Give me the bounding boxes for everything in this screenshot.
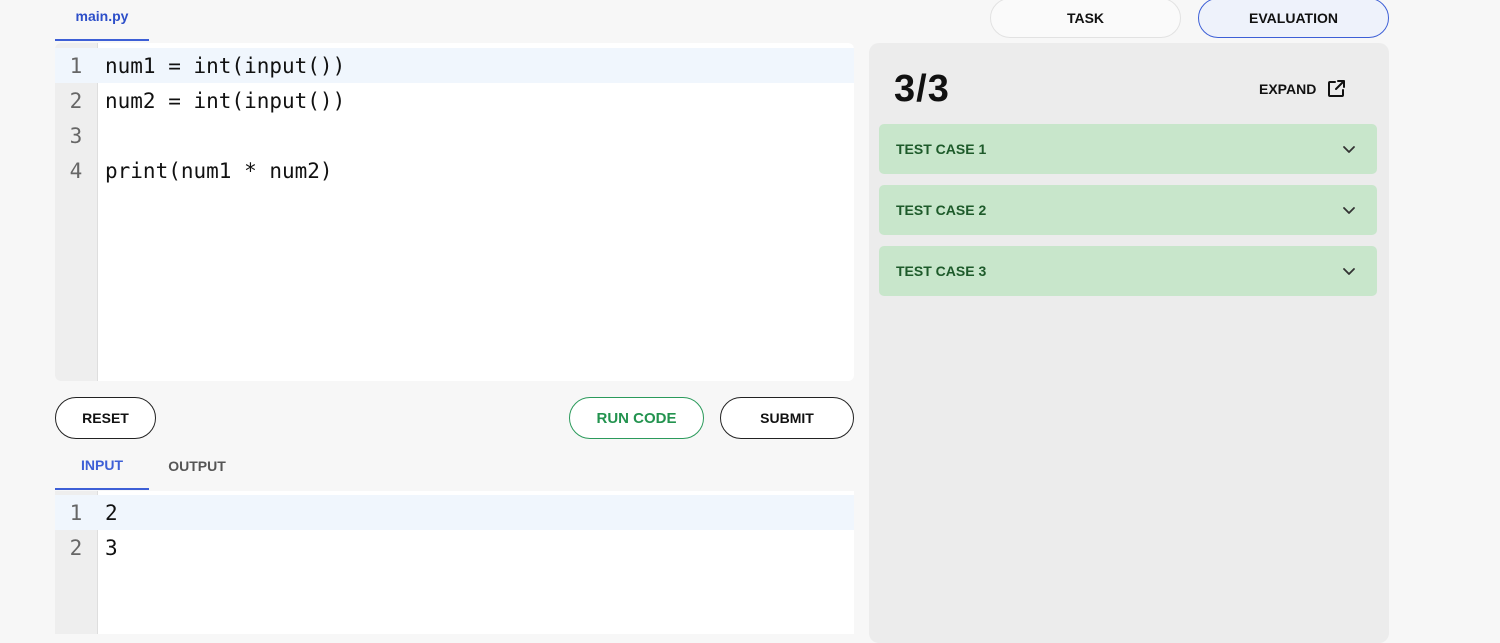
- line-number: 1: [69, 53, 83, 78]
- line-number: 2: [69, 535, 83, 560]
- run-code-button[interactable]: RUN CODE: [569, 397, 704, 439]
- line-number: 2: [69, 88, 83, 113]
- expand-label: EXPAND: [1259, 81, 1317, 97]
- code-text: print(num1 * num2): [105, 158, 333, 183]
- chevron-down-icon: [1343, 207, 1355, 214]
- tab-output[interactable]: OUTPUT: [150, 442, 244, 490]
- code-line[interactable]: 4 print(num1 * num2): [55, 153, 854, 188]
- expand-button[interactable]: EXPAND: [1259, 76, 1346, 102]
- code-text: num2 = int(input()): [105, 88, 346, 113]
- tab-input-label: INPUT: [81, 457, 123, 473]
- code-line[interactable]: 1 num1 = int(input()): [55, 48, 854, 83]
- chevron-down-icon: [1343, 146, 1355, 153]
- line-number: 4: [69, 158, 83, 183]
- tab-output-label: OUTPUT: [168, 458, 226, 474]
- test-case-label: TEST CASE 2: [896, 202, 987, 218]
- tab-evaluation[interactable]: EVALUATION: [1198, 0, 1389, 38]
- test-case-3[interactable]: TEST CASE 3: [879, 246, 1377, 296]
- external-link-icon: [1328, 80, 1346, 97]
- tab-task[interactable]: TASK: [990, 0, 1181, 38]
- input-text: 3: [105, 535, 118, 560]
- test-case-1[interactable]: TEST CASE 1: [879, 124, 1377, 174]
- score-display: 3/3: [894, 68, 950, 110]
- test-case-label: TEST CASE 1: [896, 141, 987, 157]
- test-case-2[interactable]: TEST CASE 2: [879, 185, 1377, 235]
- code-editor[interactable]: 1 num1 = int(input()) 2 num2 = int(input…: [55, 43, 854, 381]
- input-editor[interactable]: 1 2 2 3: [55, 491, 854, 634]
- reset-button[interactable]: RESET: [55, 397, 156, 439]
- code-line[interactable]: 3: [55, 118, 854, 153]
- input-line[interactable]: 1 2: [55, 495, 854, 530]
- file-tab-label: main.py: [75, 7, 129, 24]
- code-line[interactable]: 2 num2 = int(input()): [55, 83, 854, 118]
- line-number: 1: [69, 500, 83, 525]
- test-case-label: TEST CASE 3: [896, 263, 987, 279]
- tab-evaluation-label: EVALUATION: [1249, 10, 1338, 26]
- code-text: num1 = int(input()): [105, 53, 346, 78]
- submit-button[interactable]: SUBMIT: [720, 397, 854, 439]
- line-number: 3: [69, 123, 83, 148]
- input-line[interactable]: 2 3: [55, 530, 854, 565]
- file-tab-main-py[interactable]: main.py: [55, 0, 149, 41]
- tab-input[interactable]: INPUT: [55, 442, 149, 490]
- chevron-down-icon: [1343, 268, 1355, 275]
- tab-task-label: TASK: [1066, 10, 1105, 26]
- input-text: 2: [105, 500, 118, 525]
